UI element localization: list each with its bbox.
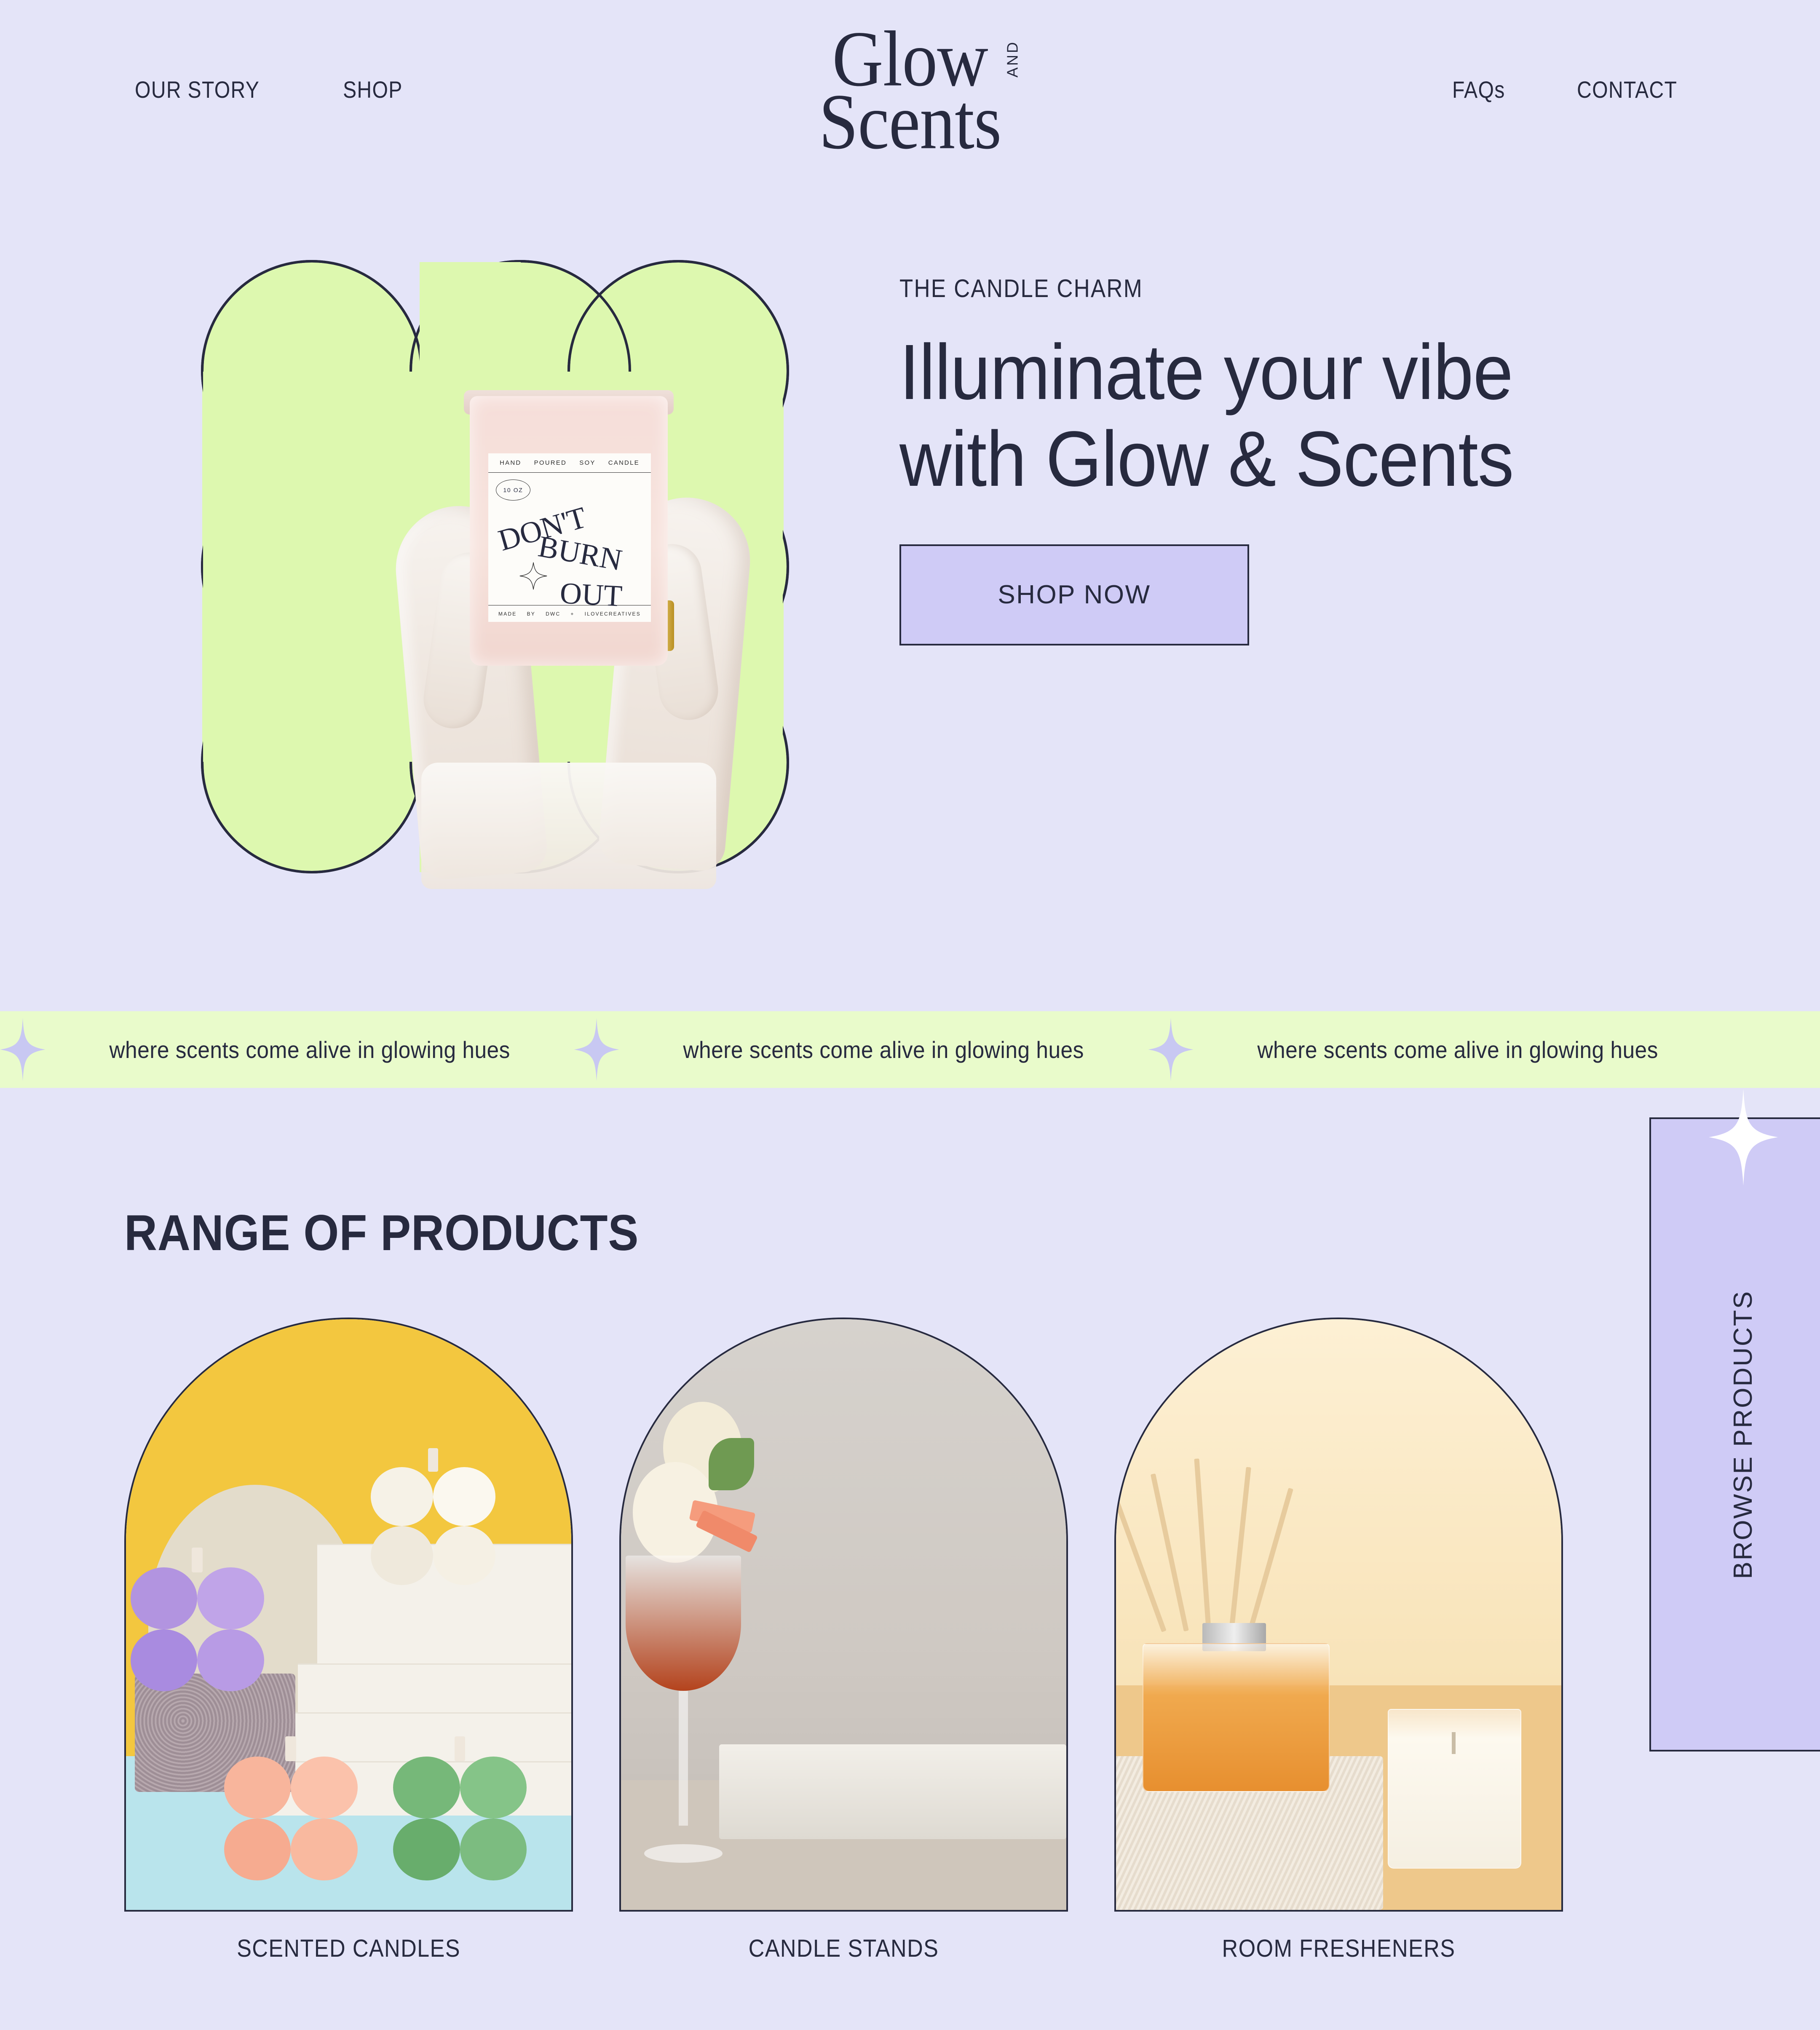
scene-scented-candles [126,1319,571,1910]
diffuser-bottle [1143,1643,1330,1792]
product-image-scented-candles [124,1318,573,1912]
candle-label: HAND POURED SOY CANDLE 10 OZ DON'T BURN … [488,453,651,622]
product-card-room-fresheners[interactable]: ROOM FRESHENERS [1114,1318,1563,1963]
nav-contact[interactable]: CONTACT [1577,76,1677,103]
scene-candle-stands [621,1319,1066,1910]
hero-title: Illuminate your vibe with Glow & Scents [899,329,1514,503]
product-card-label: CANDLE STANDS [748,1935,939,1962]
sparkle-icon [1708,1089,1778,1186]
section-title: RANGE OF PRODUCTS [124,1205,639,1261]
label-word-by: BY [527,611,535,617]
label-word-poured: POURED [534,459,567,466]
bubble-candle-green [393,1736,527,1880]
label-word-plus: + [570,611,575,617]
bubble-candle-peach [224,1736,358,1880]
site-logo[interactable]: Glow AND Scents [819,19,1021,166]
scene-room-fresheners [1116,1319,1561,1910]
hero-section: HAND POURED SOY CANDLE 10 OZ DON'T BURN … [0,181,1820,1011]
candle-label-body: 10 OZ DON'T BURN OUT [488,473,651,613]
marquee-text: where scents come alive in glowing hues [683,1036,1084,1063]
scene-magazine [719,1744,1066,1839]
hero-copy: THE CANDLE CHARM Illuminate your vibe wi… [899,274,1679,645]
label-word-made: MADE [498,611,517,617]
product-card-label: ROOM FRESHENERS [1222,1935,1456,1962]
sparkle-icon [574,1018,619,1081]
nav-shop[interactable]: SHOP [343,76,403,103]
label-word-hand: HAND [500,459,522,466]
glove-cuff [421,763,716,889]
nav-faqs[interactable]: FAQs [1452,76,1505,103]
candle-size-badge: 10 OZ [496,479,530,501]
product-image-candle-stands [619,1318,1068,1912]
primary-nav-left: OUR STORY SHOP [135,76,412,103]
product-card-candle-stands[interactable]: CANDLE STANDS [619,1318,1068,1963]
candle-label-top-row: HAND POURED SOY CANDLE [488,453,651,473]
sparkle-icon [1148,1018,1194,1081]
product-card-label: SCENTED CANDLES [237,1935,460,1962]
bubble-candle-white [371,1448,496,1585]
logo-word-scents: Scents [819,78,1002,166]
shop-now-button[interactable]: SHOP NOW [899,544,1249,645]
reed-diffuser [1116,1458,1330,1792]
label-headline-burn: BURN [535,529,625,577]
marquee-text: where scents come alive in glowing hues [1257,1036,1658,1063]
scene-wine-glass [625,1555,741,1863]
bubble-candle-purple [130,1547,264,1692]
label-headline-out: OUT [559,576,624,613]
primary-nav-right: FAQs CONTACT [1452,76,1694,103]
hero-eyebrow: THE CANDLE CHARM [899,274,1143,303]
logo-word-and: AND [1004,40,1021,78]
sparkle-icon [0,1018,46,1081]
marquee-banner: where scents come alive in glowing hues … [0,1011,1820,1088]
product-image-room-fresheners [1114,1318,1563,1912]
marquee-track: where scents come alive in glowing hues … [0,1018,1722,1081]
nav-our-story[interactable]: OUR STORY [135,76,260,103]
product-card-grid: SCENTED CANDLES CANDLE STANDS ROOM FRESH… [124,1318,1563,1963]
hero-product-photo: HAND POURED SOY CANDLE 10 OZ DON'T BURN … [381,371,756,889]
browse-products-panel[interactable]: BROWSE PRODUCTS [1649,1089,1820,1751]
range-of-products-section: RANGE OF PRODUCTS SCENTED CANDLES CANDLE… [0,1088,1820,2030]
product-card-scented-candles[interactable]: SCENTED CANDLES [124,1318,573,1963]
votive-candle [1387,1709,1521,1869]
label-sparkle-icon [519,562,547,590]
marquee-text: where scents come alive in glowing hues [109,1036,510,1063]
site-header: OUR STORY SHOP Glow AND Scents FAQs CONT… [0,0,1820,181]
hero-image-blob: HAND POURED SOY CANDLE 10 OZ DON'T BURN … [122,244,864,889]
browse-products-label: BROWSE PRODUCTS [1729,1290,1758,1579]
label-word-candle: CANDLE [608,459,640,466]
label-word-dwc: DWC [546,611,561,617]
label-word-soy: SOY [579,459,596,466]
